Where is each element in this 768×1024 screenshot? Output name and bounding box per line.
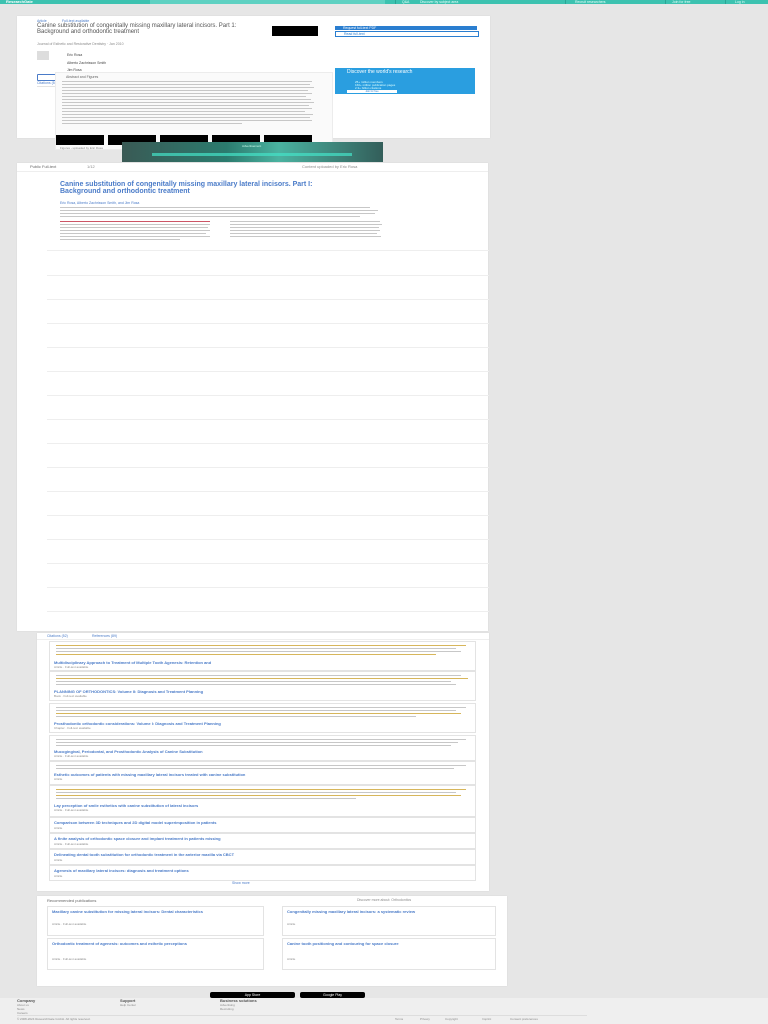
citation-meta: Article (54, 874, 63, 878)
abstract-heading: Abstract and Figures (66, 75, 99, 79)
top-navigation-bar: ResearchGate Q&A Discover by subject are… (0, 0, 768, 4)
nav-discover[interactable]: Discover by subject area (420, 0, 458, 4)
recommended-card[interactable]: Canine tooth positioning and contouring … (282, 938, 496, 970)
citation-meta: Article (54, 858, 63, 862)
recommended-meta: Article (287, 922, 296, 926)
read-fulltext-button[interactable]: Read full-text (335, 31, 479, 37)
footer-copyright[interactable]: Copyright (445, 1017, 458, 1021)
recommended-card[interactable]: Maxillary canine substitution for missin… (47, 906, 264, 936)
citation-title[interactable]: Agenesis of maxillary lateral incisors: … (54, 868, 189, 873)
tab-citations[interactable]: Citations (52) (47, 634, 68, 638)
author-name[interactable]: Eric Rosa (67, 53, 82, 57)
footer-col-company: Company About us News Careers (17, 998, 35, 1015)
advertisement-banner[interactable]: Advertisement (122, 142, 383, 162)
promo-join-button[interactable]: Join for free (347, 90, 397, 93)
fulltext-viewer: Public Full-text 1/12 Content uploaded b… (17, 163, 489, 631)
nav-recruit[interactable]: Recruit researchers (575, 0, 606, 4)
recommended-meta: Article · Full-text available (52, 957, 87, 961)
promo-box: Discover the world's research 25+ millio… (335, 68, 475, 94)
recommended-card[interactable]: Orthodontic treatment of agenesis: outco… (47, 938, 264, 970)
footer: Company About us News Careers Support He… (0, 998, 768, 1024)
recommended-meta: Article · Full-text available (52, 922, 87, 926)
figure-thumbnail[interactable] (56, 135, 104, 145)
footer-link[interactable]: Recruiting (220, 1007, 257, 1011)
recommended-panel: Recommended publications Discover more a… (37, 896, 507, 986)
citation-title[interactable]: A finite analysis of orthodontic space c… (54, 836, 221, 841)
citation-meta: Article (54, 777, 63, 781)
recommended-title[interactable]: Congenitally missing maxillary lateral i… (287, 910, 487, 914)
divider (565, 0, 566, 4)
citation-card[interactable]: Multidisciplinary Approach to Treatment … (49, 641, 476, 671)
publication-meta: Journal of Esthetic and Restorative Dent… (37, 42, 124, 46)
page-indicator: 1/12 (87, 164, 95, 169)
login-link[interactable]: Log in (735, 0, 745, 4)
discover-more-link[interactable]: Discover more about: Orthodontics (357, 898, 411, 902)
tab-references[interactable]: References (89) (92, 634, 117, 638)
citation-card[interactable]: Comparison between 3D techniques and 2D … (49, 817, 476, 833)
nav-qa[interactable]: Q&A (402, 0, 409, 4)
citations-panel: Citations (52) References (89) Multidisc… (37, 633, 489, 891)
publication-title: Canine substitution of congenitally miss… (37, 23, 237, 35)
recommended-card[interactable]: Congenitally missing maxillary lateral i… (282, 906, 496, 936)
join-free-link[interactable]: Join for free (672, 0, 690, 4)
citation-title[interactable]: Delineating dental tooth substitution fo… (54, 852, 234, 857)
recommended-title[interactable]: Canine tooth positioning and contouring … (287, 942, 487, 946)
citation-meta: Article · Full-text available (54, 665, 89, 669)
viewer-column-right (230, 221, 385, 243)
viewer-authors[interactable]: Eric Rosa, Alberto Zachrisson Smith, and… (60, 201, 139, 205)
show-more-link[interactable]: Show more (232, 881, 250, 885)
citation-meta: Article · Full-text available (54, 808, 89, 812)
copyright: © 2008-2024 ResearchGate GmbH. All right… (17, 1017, 91, 1021)
citation-meta: Article · Full-text available (54, 754, 89, 758)
citation-title[interactable]: Comparison between 3D techniques and 2D … (54, 820, 216, 825)
citation-card[interactable]: Delineating dental tooth substitution fo… (49, 849, 476, 865)
divider (395, 0, 396, 4)
citation-card[interactable]: Mucogingival, Periodontal, and Prosthodo… (49, 735, 476, 761)
request-fulltext-button[interactable]: Request full-text PDF (335, 26, 477, 30)
citation-card[interactable]: Prosthodontic orthodontic considerations… (49, 703, 476, 733)
search-input[interactable] (150, 0, 385, 4)
footer-imprint[interactable]: Imprint (482, 1017, 491, 1021)
viewer-column-left (60, 221, 215, 243)
recommended-title[interactable]: Maxillary canine substitution for missin… (52, 910, 252, 914)
avatar[interactable] (37, 51, 49, 60)
footer-privacy[interactable]: Privacy (420, 1017, 430, 1021)
banner-stripe (152, 153, 352, 156)
abstract-box: Abstract and Figures Figures - uploaded … (55, 72, 333, 150)
author-name[interactable]: Alberto Zachrisson Smith (67, 61, 106, 65)
citation-meta: Article (54, 826, 63, 830)
footer-terms[interactable]: Terms (395, 1017, 403, 1021)
divider (665, 0, 666, 4)
citation-card[interactable]: Agenesis of maxillary lateral incisors: … (49, 865, 476, 881)
publication-panel: Article Full-text available Canine subst… (17, 16, 490, 150)
citation-card[interactable]: Esthetic outcomes of patients with missi… (49, 761, 476, 785)
citation-meta: Book · Full-text available (54, 694, 87, 698)
citation-card[interactable]: Lay perception of smile esthetics with c… (49, 785, 476, 817)
recommended-title[interactable]: Orthodontic treatment of agenesis: outco… (52, 942, 252, 946)
viewer-toolbar: Public Full-text 1/12 Content uploaded b… (17, 163, 488, 172)
recommended-heading: Recommended publications (47, 898, 97, 903)
recommended-meta: Article (287, 957, 296, 961)
banner-text: Advertisement (242, 144, 262, 148)
citation-meta: Article · Full-text available (54, 842, 89, 846)
divider (725, 0, 726, 4)
footer-col-support: Support Help Center (120, 998, 136, 1007)
footer-consent[interactable]: Consent preferences (510, 1017, 538, 1021)
figure-caption: Figures - uploaded by Eric Rosa (60, 146, 103, 150)
citation-meta: Chapter · Full-text available (54, 726, 91, 730)
researchgate-logo[interactable]: ResearchGate (6, 0, 33, 4)
viewer-paper-title: Canine substitution of congenitally miss… (60, 181, 313, 195)
promo-title: Discover the world's research (347, 69, 413, 75)
footer-link[interactable]: Help Center (120, 1003, 136, 1007)
citation-card[interactable]: PLANNING OF ORTHODONTICS: Volume II: Dia… (49, 671, 476, 701)
citation-card[interactable]: A finite analysis of orthodontic space c… (49, 833, 476, 849)
redacted-block (272, 26, 318, 36)
viewer-header-right: Content uploaded by Eric Rosa (302, 164, 358, 169)
source-label: Public Full-text (30, 164, 57, 169)
citation-title[interactable]: Esthetic outcomes of patients with missi… (54, 772, 245, 777)
footer-col-business: Business solutions Advertising Recruitin… (220, 998, 257, 1011)
